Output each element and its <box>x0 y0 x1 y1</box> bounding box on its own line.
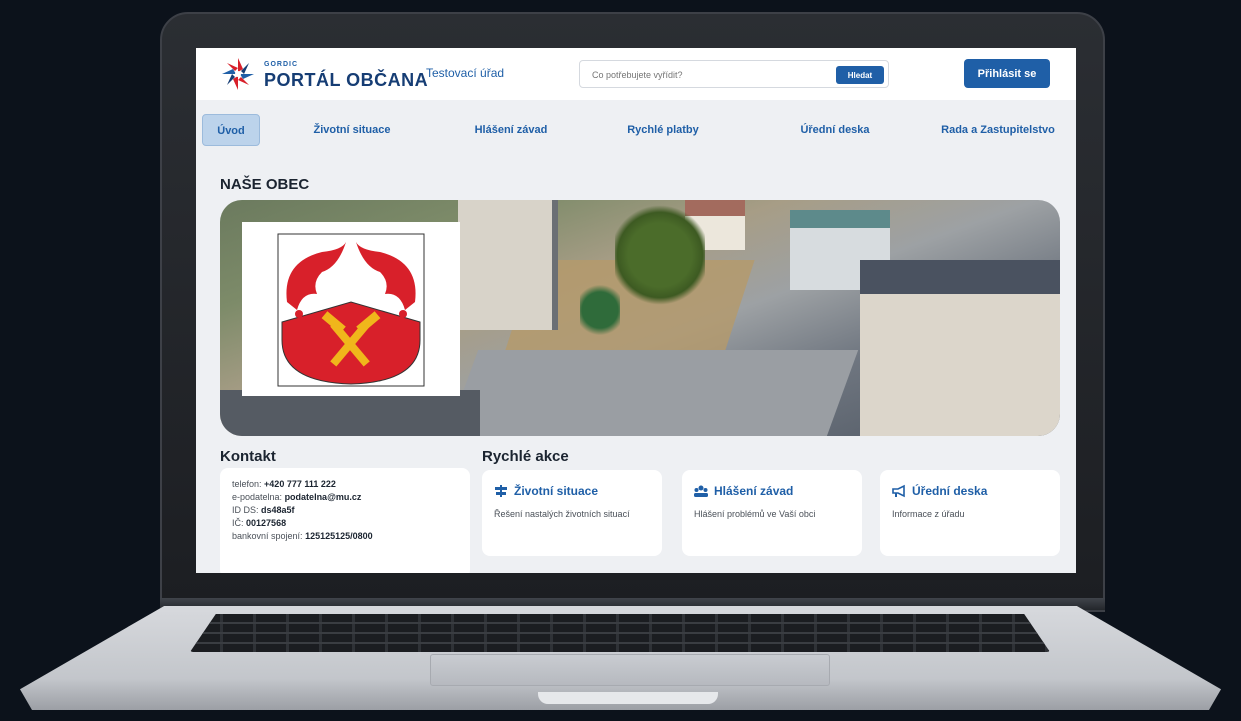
search-box: Hledat <box>579 60 889 88</box>
quick-action-title-text: Úřední deska <box>912 484 988 498</box>
quick-action-hlaseni-zavad[interactable]: Hlášení závad Hlášení problémů ve Vaší o… <box>682 470 862 556</box>
quick-action-title-text: Hlášení závad <box>714 484 794 498</box>
phone-label: telefon: <box>232 479 262 489</box>
bank-value: 125125125/0800 <box>305 531 373 541</box>
main-nav: Úvod Životní situace Hlášení závad Rychl… <box>196 106 1076 154</box>
gordic-logo-icon[interactable] <box>220 56 256 92</box>
nav-item-uvod[interactable]: Úvod <box>202 114 260 146</box>
coat-of-arms-icon <box>277 233 425 387</box>
ds-label: ID DS: <box>232 505 259 515</box>
bank-label: bankovní spojení: <box>232 531 303 541</box>
office-name: Testovací úřad <box>426 66 505 80</box>
laptop-touchpad <box>430 654 830 686</box>
people-icon <box>694 485 708 497</box>
top-bar: GORDIC PORTÁL OBČANA Testovací úřad Hled… <box>196 48 1076 100</box>
phone-value[interactable]: +420 777 111 222 <box>264 479 336 489</box>
nav-item-zivotni-situace[interactable]: Životní situace <box>292 114 412 146</box>
nav-item-hlaseni-zavad[interactable]: Hlášení závad <box>456 114 566 146</box>
page-title: NAŠE OBEC <box>220 176 310 193</box>
quick-action-desc: Řešení nastalých životních situací <box>494 509 630 519</box>
brand-small: GORDIC <box>264 61 298 68</box>
coat-of-arms <box>242 222 460 396</box>
quick-action-title: Hlášení závad <box>694 484 850 498</box>
contact-email-row: e-podatelna: podatelna@mu.cz <box>232 491 458 504</box>
town-photo <box>220 200 1060 436</box>
contact-ic-row: IČ: 00127568 <box>232 517 458 530</box>
contact-card: telefon: +420 777 111 222 e-podatelna: p… <box>220 468 470 573</box>
nav-item-uredni-deska[interactable]: Úřední deska <box>780 114 890 146</box>
quick-action-uredni-deska[interactable]: Úřední deska Informace z úřadu <box>880 470 1060 556</box>
contact-bank-row: bankovní spojení: 125125125/0800 <box>232 530 458 543</box>
quick-action-zivotni-situace[interactable]: Životní situace Řešení nastalých životní… <box>482 470 662 556</box>
quick-actions-heading: Rychlé akce <box>482 448 569 465</box>
nav-item-rada-a-zastupitelstvo[interactable]: Rada a Zastupitelstvo <box>928 114 1068 146</box>
signpost-icon <box>495 485 507 497</box>
brand-title[interactable]: PORTÁL OBČANA <box>264 70 428 91</box>
ic-value: 00127568 <box>246 518 287 528</box>
contact-phone-row: telefon: +420 777 111 222 <box>232 478 458 491</box>
screen: GORDIC PORTÁL OBČANA Testovací úřad Hled… <box>196 48 1076 573</box>
login-button[interactable]: Přihlásit se <box>964 59 1050 88</box>
email-label: e-podatelna: <box>232 492 283 502</box>
laptop-notch <box>538 692 718 704</box>
nav-item-rychle-platby[interactable]: Rychlé platby <box>608 114 718 146</box>
contact-heading: Kontakt <box>220 448 276 465</box>
quick-action-title: Životní situace <box>494 484 650 498</box>
quick-action-desc: Informace z úřadu <box>892 509 965 519</box>
ic-label: IČ: <box>232 518 244 528</box>
quick-action-desc: Hlášení problémů ve Vaší obci <box>694 509 816 519</box>
laptop-keyboard <box>190 614 1050 652</box>
quick-action-title: Úřední deska <box>892 484 1048 498</box>
quick-action-title-text: Životní situace <box>514 484 599 498</box>
megaphone-icon <box>892 484 905 498</box>
email-value[interactable]: podatelna@mu.cz <box>285 492 362 502</box>
search-input[interactable] <box>592 67 812 83</box>
search-button[interactable]: Hledat <box>836 66 884 84</box>
contact-ds-row: ID DS: ds48a5f <box>232 504 458 517</box>
ds-value: ds48a5f <box>261 505 295 515</box>
